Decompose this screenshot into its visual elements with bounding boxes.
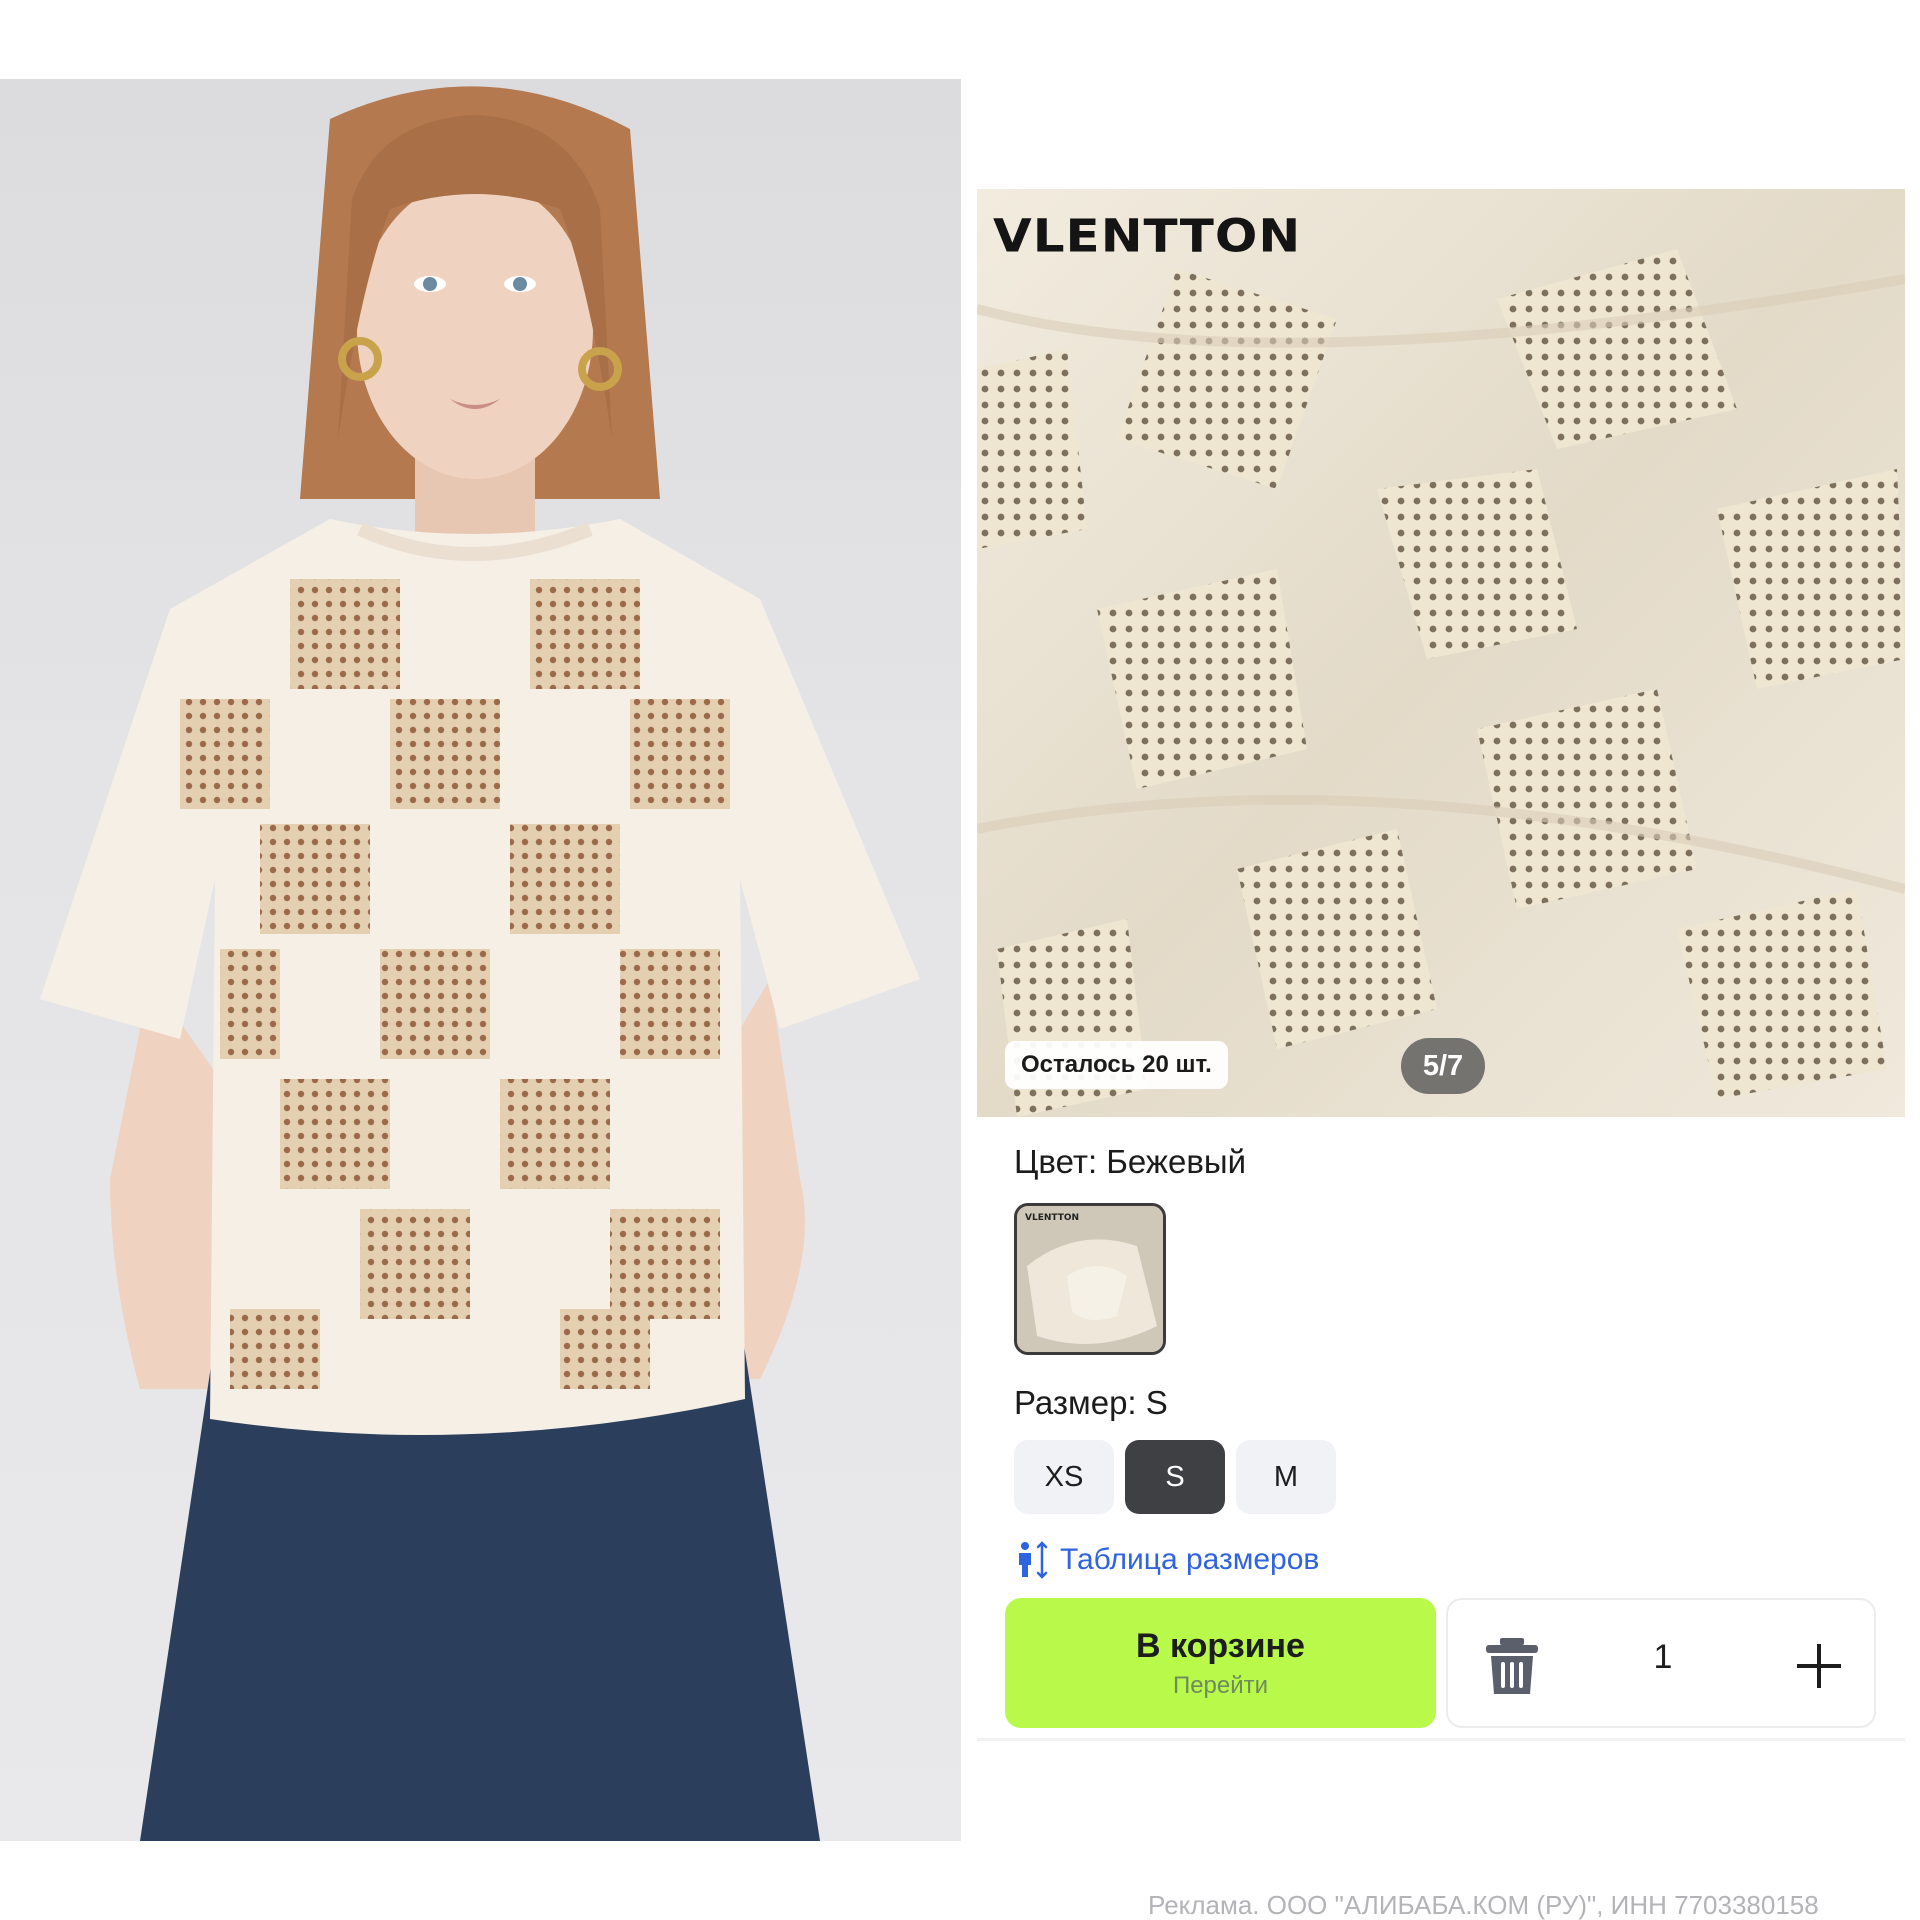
trash-icon[interactable] <box>1484 1636 1540 1696</box>
size-label: Размер: S <box>1014 1384 1168 1421</box>
size-option-m[interactable]: M <box>1236 1440 1336 1514</box>
size-table-link[interactable]: Таблица размеров <box>1016 1540 1319 1580</box>
person-height-icon <box>1019 1541 1048 1579</box>
section-divider <box>977 1738 1905 1741</box>
stock-badge: Осталось 20 шт. <box>1005 1041 1228 1089</box>
model-illustration <box>40 86 920 1841</box>
gallery-page-counter: 5/7 <box>1401 1038 1485 1094</box>
size-option-s[interactable]: S <box>1125 1440 1225 1514</box>
quantity-stepper: 1 <box>1446 1598 1876 1728</box>
quantity-value: 1 <box>1653 1638 1673 1676</box>
size-option-xs[interactable]: XS <box>1014 1440 1114 1514</box>
swatch-brand-text: VLENTTON <box>1025 1213 1079 1223</box>
model-photo <box>0 79 961 1841</box>
size-table-label: Таблица размеров <box>1060 1543 1320 1576</box>
plus-icon[interactable] <box>1792 1636 1846 1696</box>
color-swatch-thumbnail: VLENTTON <box>1017 1206 1163 1352</box>
cart-main-label: В корзине <box>1136 1626 1305 1665</box>
cart-sub-label: Перейти <box>1172 1671 1269 1699</box>
ad-disclaimer: Реклама. ООО "АЛИБАБА.КОМ (РУ)", ИНН 770… <box>1148 1890 1819 1920</box>
in-cart-button[interactable]: В корзине Перейти <box>1005 1598 1436 1728</box>
color-label: Цвет: Бежевый <box>1014 1143 1247 1180</box>
fabric-closeup-image <box>977 189 1905 1117</box>
brand-logo: VLENTTON <box>993 209 1302 263</box>
product-gallery[interactable]: VLENTTON Осталось 20 шт. 5/7 <box>977 189 1905 1117</box>
color-swatch-beige[interactable]: VLENTTON <box>1014 1203 1166 1355</box>
